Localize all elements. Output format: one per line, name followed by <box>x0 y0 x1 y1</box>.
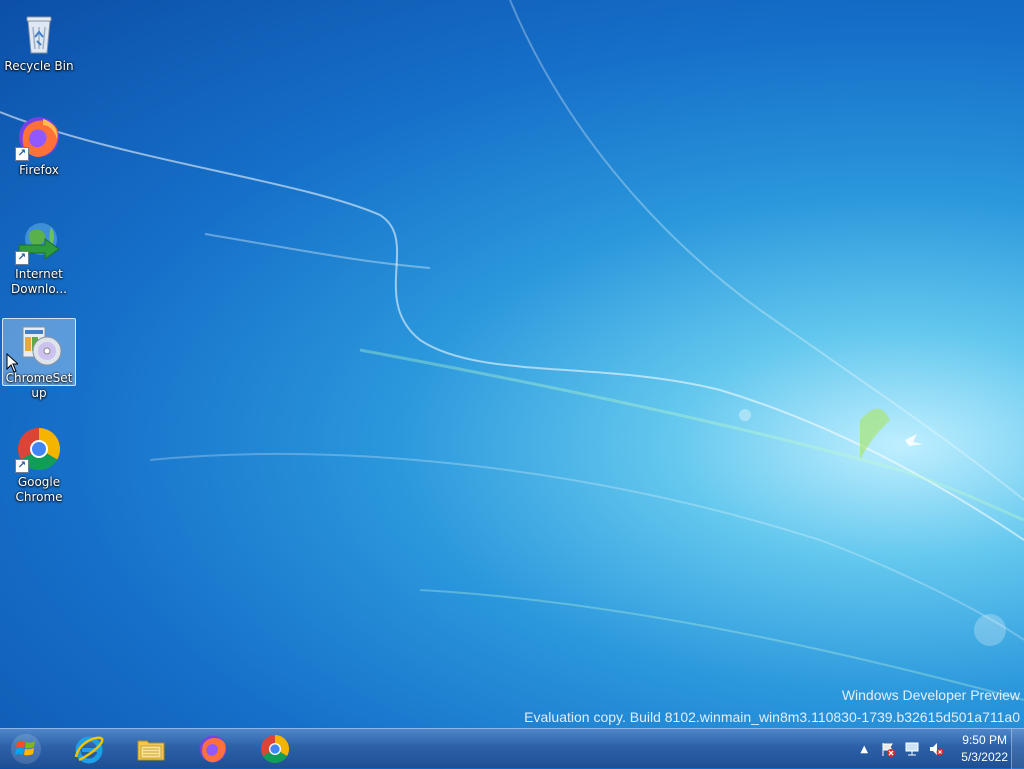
start-button[interactable] <box>4 731 48 767</box>
desktop-icon-firefox[interactable]: ↗ Firefox <box>2 110 76 179</box>
network-icon[interactable] <box>903 740 921 758</box>
flag-icon <box>882 743 896 757</box>
file-explorer-icon <box>137 740 165 761</box>
evaluation-watermark: Windows Developer Preview Evaluation cop… <box>524 684 1020 728</box>
system-tray: ▲ 9:50 PM 5/3/2022 <box>855 729 1008 769</box>
clock-date: 5/3/2022 <box>961 750 1008 764</box>
taskbar-file-explorer[interactable] <box>124 731 178 767</box>
speaker-icon <box>930 743 944 756</box>
desktop-icon-label: ChromeSetup <box>5 371 73 400</box>
shortcut-arrow-icon: ↗ <box>15 251 29 265</box>
mouse-cursor-icon <box>6 353 18 373</box>
windows-logo-icon <box>11 734 41 764</box>
chrome-icon <box>261 735 290 764</box>
desktop-icon-label: Google Chrome <box>15 475 63 504</box>
shortcut-arrow-icon: ↗ <box>15 459 29 473</box>
internet-explorer-icon <box>74 736 104 764</box>
setup-installer-icon <box>22 326 62 366</box>
system-clock[interactable]: 9:50 PM 5/3/2022 <box>961 732 1008 766</box>
action-center-flag-icon[interactable] <box>879 740 897 758</box>
desktop-icon-label: Recycle Bin <box>4 59 74 73</box>
desktop-icon-google-chrome[interactable]: ↗ Google Chrome <box>2 422 76 506</box>
desktop-icon-chromesetup[interactable]: ChromeSetup <box>2 318 76 400</box>
desktop-icon-label: Firefox <box>19 163 59 177</box>
volume-muted-icon[interactable] <box>927 740 945 758</box>
taskbar: ▲ 9:50 PM 5/3/2022 <box>0 728 1024 769</box>
desktop-icon-recycle-bin[interactable]: Recycle Bin <box>2 6 76 75</box>
recycle-bin-icon <box>26 16 52 54</box>
taskbar-google-chrome[interactable] <box>248 731 302 767</box>
desktop-icon-internet-download-manager[interactable]: ↗ Internet Downlo... <box>2 214 76 298</box>
taskbar-internet-explorer[interactable] <box>62 731 116 767</box>
desktop-wallpaper <box>0 0 1024 701</box>
monitor-network-icon <box>905 742 919 756</box>
clock-time: 9:50 PM <box>962 733 1007 747</box>
firefox-icon <box>199 735 227 763</box>
show-hidden-icons-chevron[interactable]: ▲ <box>855 740 873 758</box>
shortcut-arrow-icon: ↗ <box>15 147 29 161</box>
watermark-line-2: Evaluation copy. Build 8102.winmain_win8… <box>524 709 1020 725</box>
desktop-icon-label: Internet Downlo... <box>11 267 67 296</box>
watermark-line-1: Windows Developer Preview <box>841 687 1020 703</box>
taskbar-firefox[interactable] <box>186 731 240 767</box>
show-desktop-button[interactable] <box>1011 729 1024 769</box>
